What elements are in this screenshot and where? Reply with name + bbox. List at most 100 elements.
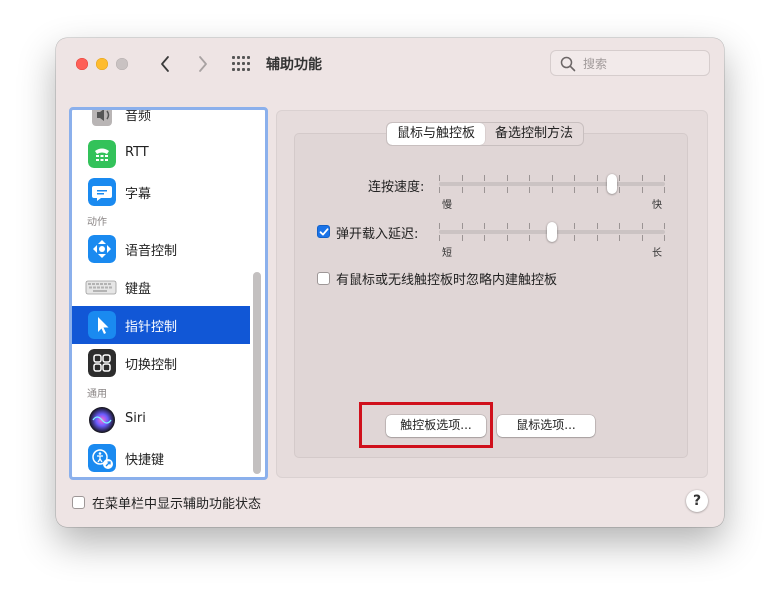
spring-loading-label: 弹开载入延迟: bbox=[336, 227, 419, 242]
back-button[interactable] bbox=[156, 52, 176, 76]
slider-tick bbox=[462, 235, 463, 241]
pointer-icon bbox=[88, 311, 116, 339]
slider-tick bbox=[642, 187, 643, 193]
double-click-speed-label: 连按速度: bbox=[368, 180, 425, 195]
sidebar-list[interactable]: 音频 RTT 字幕 动作 语音控制 键盘 指针控制 切换控制 通用 Siri 快… bbox=[69, 107, 268, 480]
slider-tick bbox=[462, 187, 463, 193]
sidebar-item-shortcuts[interactable]: 快捷键 bbox=[72, 439, 250, 477]
chevron-left-icon bbox=[161, 56, 169, 72]
slider-tick bbox=[439, 223, 440, 229]
slider-tick bbox=[507, 223, 508, 229]
minimize-window-button[interactable] bbox=[96, 58, 108, 70]
sidebar-item-voice-control[interactable]: 语音控制 bbox=[72, 230, 250, 268]
slider-tick bbox=[642, 223, 643, 229]
slider-tick bbox=[664, 235, 665, 241]
ignore-trackpad-checkbox[interactable] bbox=[317, 272, 330, 285]
sidebar-item-keyboard[interactable]: 键盘 bbox=[72, 268, 250, 306]
slider-tick bbox=[507, 187, 508, 193]
slider-tick bbox=[439, 235, 440, 241]
highlight-box bbox=[359, 402, 493, 448]
slider-tick bbox=[484, 223, 485, 229]
slider-tick bbox=[619, 223, 620, 229]
sidebar-item-label: 语音控制 bbox=[125, 244, 178, 259]
ignore-trackpad-label: 有鼠标或无线触控板时忽略内建触控板 bbox=[336, 273, 558, 288]
sidebar-scrollbar[interactable] bbox=[253, 272, 261, 474]
menu-bar-status-checkbox[interactable] bbox=[72, 496, 85, 509]
tab-mouse-trackpad[interactable]: 鼠标与触控板 bbox=[387, 123, 486, 145]
search-field[interactable] bbox=[550, 50, 710, 76]
sidebar-item-pointer-control[interactable]: 指针控制 bbox=[72, 306, 250, 344]
slider-tick bbox=[484, 175, 485, 181]
search-icon bbox=[560, 56, 576, 72]
sidebar-item-label: Siri bbox=[125, 411, 146, 426]
zoom-window-button[interactable] bbox=[116, 58, 128, 70]
slider-tick bbox=[529, 235, 530, 241]
checkmark-icon bbox=[319, 228, 329, 236]
spring-loading-delay-thumb[interactable] bbox=[547, 222, 557, 242]
siri-icon bbox=[89, 407, 115, 433]
speed-min-label: 慢 bbox=[442, 200, 452, 211]
delay-min-label: 短 bbox=[442, 248, 452, 259]
slider-tick bbox=[597, 223, 598, 229]
menu-bar-status-label: 在菜单栏中显示辅助功能状态 bbox=[92, 497, 262, 512]
slider-tick bbox=[619, 235, 620, 241]
slider-tick bbox=[462, 175, 463, 181]
show-all-grid-button[interactable] bbox=[232, 56, 250, 72]
slider-tick bbox=[642, 235, 643, 241]
sidebar-item-rtt[interactable]: RTT bbox=[72, 135, 250, 173]
slider-tick bbox=[552, 187, 553, 193]
chevron-right-icon bbox=[199, 56, 207, 72]
forward-button[interactable] bbox=[192, 52, 212, 76]
sidebar-item-siri[interactable]: Siri bbox=[72, 401, 250, 439]
section-header-general: 通用 bbox=[87, 389, 107, 400]
speaker-icon bbox=[92, 110, 112, 126]
search-input[interactable] bbox=[581, 54, 705, 74]
slider-tick bbox=[664, 223, 665, 229]
slider-tick bbox=[574, 223, 575, 229]
preferences-window: 辅助功能 音频 RTT bbox=[56, 38, 724, 527]
sidebar-item-switch-control[interactable]: 切换控制 bbox=[72, 344, 250, 382]
slider-tick bbox=[529, 175, 530, 181]
spring-loading-checkbox[interactable] bbox=[317, 225, 330, 238]
slider-tick bbox=[642, 175, 643, 181]
voice-control-icon bbox=[88, 235, 116, 263]
slider-tick bbox=[664, 187, 665, 193]
sidebar-item-captions[interactable]: 字幕 bbox=[72, 173, 250, 211]
sidebar-item-audio[interactable]: 音频 bbox=[72, 109, 250, 133]
double-click-speed-slider[interactable] bbox=[439, 174, 665, 194]
slider-tick bbox=[484, 235, 485, 241]
close-window-button[interactable] bbox=[76, 58, 88, 70]
slider-tick bbox=[597, 235, 598, 241]
shortcut-icon bbox=[88, 444, 116, 472]
slider-tick bbox=[597, 187, 598, 193]
delay-max-label: 长 bbox=[652, 248, 662, 259]
help-button[interactable]: ? bbox=[686, 490, 708, 512]
sidebar-item-label: 快捷键 bbox=[125, 453, 165, 468]
sidebar-item-label: 指针控制 bbox=[125, 320, 178, 335]
slider-tick bbox=[552, 175, 553, 181]
sidebar-item-label: 切换控制 bbox=[125, 358, 178, 373]
captions-icon bbox=[88, 178, 116, 206]
slider-tick bbox=[529, 187, 530, 193]
slider-tick bbox=[597, 175, 598, 181]
window-title: 辅助功能 bbox=[266, 57, 322, 73]
slider-tick bbox=[484, 187, 485, 193]
tab-alternate-control[interactable]: 备选控制方法 bbox=[485, 123, 583, 145]
slider-tick bbox=[664, 175, 665, 181]
slider-tick bbox=[507, 235, 508, 241]
slider-tick bbox=[574, 175, 575, 181]
mouse-options-button[interactable]: 鼠标选项... bbox=[497, 415, 595, 437]
sidebar-item-label: 音频 bbox=[125, 109, 152, 124]
spring-loading-delay-slider[interactable] bbox=[439, 222, 665, 242]
section-header-motor: 动作 bbox=[87, 217, 107, 228]
slider-tick bbox=[529, 223, 530, 229]
slider-tick bbox=[439, 175, 440, 181]
slider-tick bbox=[507, 175, 508, 181]
slider-tick bbox=[619, 175, 620, 181]
double-click-speed-thumb[interactable] bbox=[607, 174, 617, 194]
speed-max-label: 快 bbox=[652, 200, 662, 211]
sidebar-item-label: RTT bbox=[125, 145, 149, 160]
title-bar: 辅助功能 bbox=[56, 38, 724, 92]
switch-control-icon bbox=[88, 349, 116, 377]
slider-tick bbox=[439, 187, 440, 193]
